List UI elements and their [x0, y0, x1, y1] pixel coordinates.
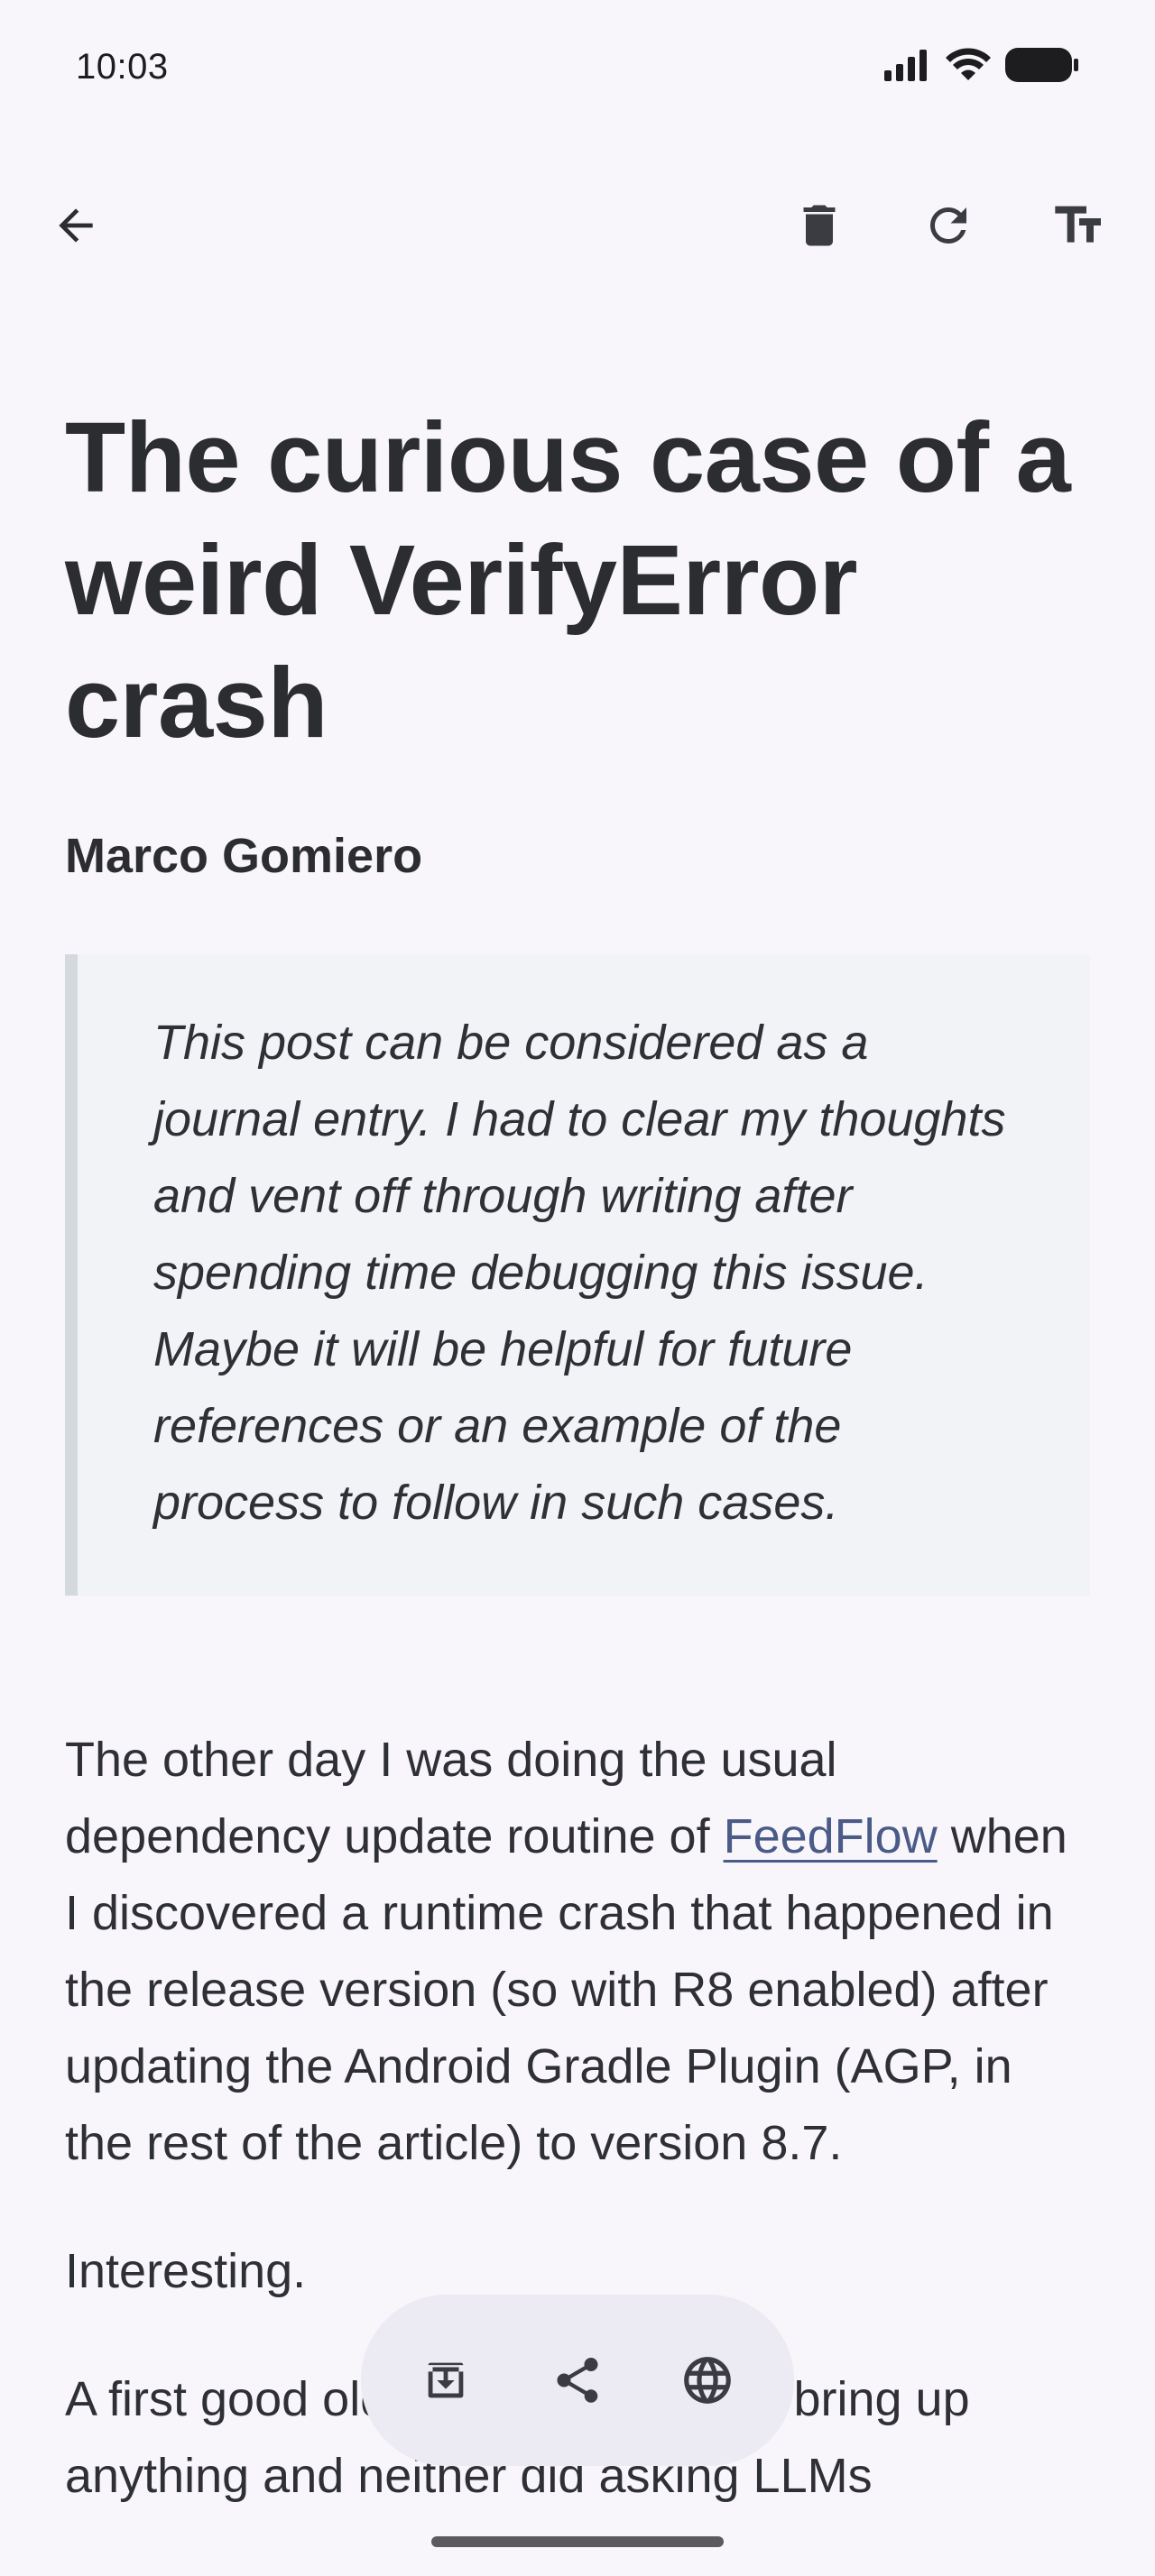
feedflow-link[interactable]: FeedFlow: [724, 1809, 938, 1863]
status-time: 10:03: [76, 47, 169, 87]
archive-download-icon: [420, 2354, 472, 2406]
battery-icon: [1005, 47, 1079, 87]
text-size-icon: [1050, 197, 1108, 254]
status-icons: [884, 47, 1079, 87]
text-size-button[interactable]: [1036, 182, 1123, 269]
back-button[interactable]: [32, 182, 119, 269]
paragraph-text: The other day I was doing the usual depe…: [65, 1733, 837, 1863]
trash-icon: [792, 198, 846, 253]
arrow-back-icon: [51, 200, 101, 251]
share-button[interactable]: [534, 2337, 621, 2424]
floating-action-bar: [361, 2295, 794, 2466]
article-paragraph: The other day I was doing the usual depe…: [65, 1722, 1090, 2182]
top-app-bar: [0, 171, 1155, 280]
refresh-button[interactable]: [905, 182, 992, 269]
refresh-icon: [921, 198, 975, 253]
share-icon: [550, 2353, 605, 2407]
archive-button[interactable]: [402, 2337, 489, 2424]
delete-button[interactable]: [776, 182, 863, 269]
home-indicator: [431, 2536, 724, 2547]
paragraph-text: when I discovered a runtime crash that h…: [65, 1809, 1067, 2170]
intro-blockquote: This post can be considered as a journal…: [65, 954, 1090, 1596]
status-bar: 10:03: [0, 0, 1155, 135]
signal-icon: [884, 49, 931, 86]
article-content: The curious case of a weird VerifyError …: [65, 397, 1090, 2515]
wifi-icon: [946, 48, 991, 87]
article-author: Marco Gomiero: [65, 829, 423, 883]
article-title: The curious case of a weird VerifyError …: [65, 402, 1071, 759]
globe-icon: [679, 2352, 735, 2408]
open-browser-button[interactable]: [664, 2337, 751, 2424]
